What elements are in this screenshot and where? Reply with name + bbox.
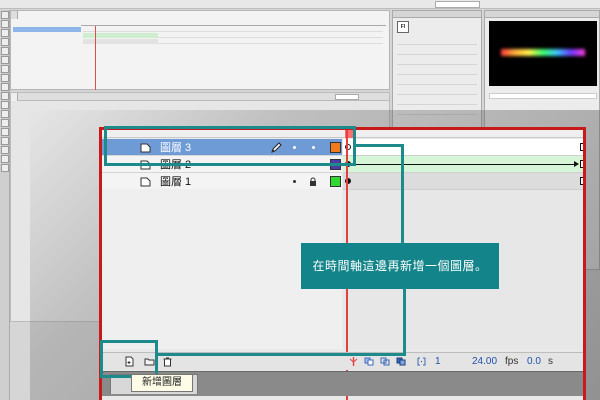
property-row: [397, 41, 477, 45]
connector-line: [354, 144, 404, 147]
elapsed-time-value[interactable]: 0.0: [527, 356, 541, 368]
brush-tool-icon[interactable]: [1, 101, 9, 109]
mini-frames-row[interactable]: [83, 39, 383, 44]
frame-rate-value[interactable]: 24.00: [472, 356, 497, 368]
lasso-tool-icon[interactable]: [1, 47, 9, 55]
zoom-tool-icon[interactable]: [1, 164, 9, 172]
3d-rotation-tool-icon[interactable]: [1, 38, 9, 46]
eraser-tool-icon[interactable]: [1, 146, 9, 154]
new-layer-button-highlight: [100, 340, 158, 378]
motion-tween-arrow: [353, 161, 579, 167]
paint-bucket-tool-icon[interactable]: [1, 128, 9, 136]
layer-frames[interactable]: [343, 139, 583, 156]
hand-tool-icon[interactable]: [1, 155, 9, 163]
connector-line: [401, 144, 404, 244]
edit-multiple-frames-icon[interactable]: [396, 356, 407, 367]
layer-frames[interactable]: [343, 156, 583, 173]
text-tool-icon[interactable]: [1, 65, 9, 73]
property-row: [397, 81, 477, 85]
timeline-panel-small: [10, 10, 390, 90]
visibility-dot[interactable]: [293, 180, 296, 183]
mini-frames-row[interactable]: [83, 33, 383, 38]
mini-layer-row[interactable]: [13, 39, 81, 44]
deco-tool-icon[interactable]: [1, 110, 9, 118]
mini-frames-row[interactable]: [83, 27, 383, 32]
scene-tab-small[interactable]: [11, 93, 18, 101]
zoom-select[interactable]: [335, 94, 359, 100]
lock-icon[interactable]: [309, 177, 317, 187]
pen-tool-icon[interactable]: [1, 56, 9, 64]
current-frame-number[interactable]: 1: [435, 356, 441, 368]
tools-panel: [0, 10, 10, 400]
onion-skin-outlines-icon[interactable]: [380, 356, 391, 367]
connector-line: [403, 288, 406, 356]
layer-highlight-box: [104, 126, 356, 166]
end-frame[interactable]: [580, 177, 583, 185]
subselection-tool-icon[interactable]: [1, 20, 9, 28]
frame-ruler[interactable]: [81, 20, 386, 26]
selection-tool-icon[interactable]: [1, 11, 9, 19]
property-row: [397, 71, 477, 75]
layer-frames[interactable]: [343, 173, 583, 190]
tab-timeline[interactable]: [11, 11, 18, 19]
property-row: [397, 61, 477, 65]
connector-line: [156, 353, 406, 356]
workspace-switcher[interactable]: [435, 1, 480, 8]
trash-icon[interactable]: [162, 356, 173, 367]
library-item[interactable]: [489, 93, 597, 99]
document-fl-icon: Fl: [397, 21, 409, 33]
layer-color-swatch[interactable]: [330, 176, 341, 187]
layer-name-cell[interactable]: 圖層 1: [102, 173, 342, 190]
property-row: [397, 51, 477, 55]
tab-properties[interactable]: [393, 11, 481, 18]
center-frame-icon[interactable]: [348, 356, 359, 367]
free-transform-tool-icon[interactable]: [1, 29, 9, 37]
tab-library[interactable]: [485, 11, 599, 18]
mini-layer-row[interactable]: [13, 27, 81, 32]
end-frame[interactable]: [580, 143, 583, 151]
layer-row-1[interactable]: 圖層 1: [102, 173, 583, 190]
layer-page-icon: [140, 177, 151, 187]
eyedropper-tool-icon[interactable]: [1, 137, 9, 145]
modify-onion-markers-icon[interactable]: [416, 356, 427, 367]
layer-name: 圖層 1: [160, 176, 192, 188]
library-preview: [489, 21, 597, 86]
new-layer-tooltip: 新增圖層: [131, 374, 193, 392]
mini-layer-row[interactable]: [13, 33, 81, 38]
pencil-tool-icon[interactable]: [1, 92, 9, 100]
line-tool-icon[interactable]: [1, 74, 9, 82]
instruction-callout: 在時間軸這邊再新增一個圖層。: [301, 243, 499, 289]
elapsed-time-unit: s: [548, 356, 553, 367]
menu-bar: [0, 0, 600, 9]
frame-rate-unit: fps: [505, 356, 519, 367]
end-frame[interactable]: [580, 160, 583, 168]
property-row: [397, 101, 477, 105]
onion-skin-icon[interactable]: [364, 356, 375, 367]
bone-tool-icon[interactable]: [1, 119, 9, 127]
stage-header: [11, 93, 389, 101]
property-row: [397, 91, 477, 95]
mini-playhead[interactable]: [95, 26, 96, 90]
rectangle-tool-icon[interactable]: [1, 83, 9, 91]
